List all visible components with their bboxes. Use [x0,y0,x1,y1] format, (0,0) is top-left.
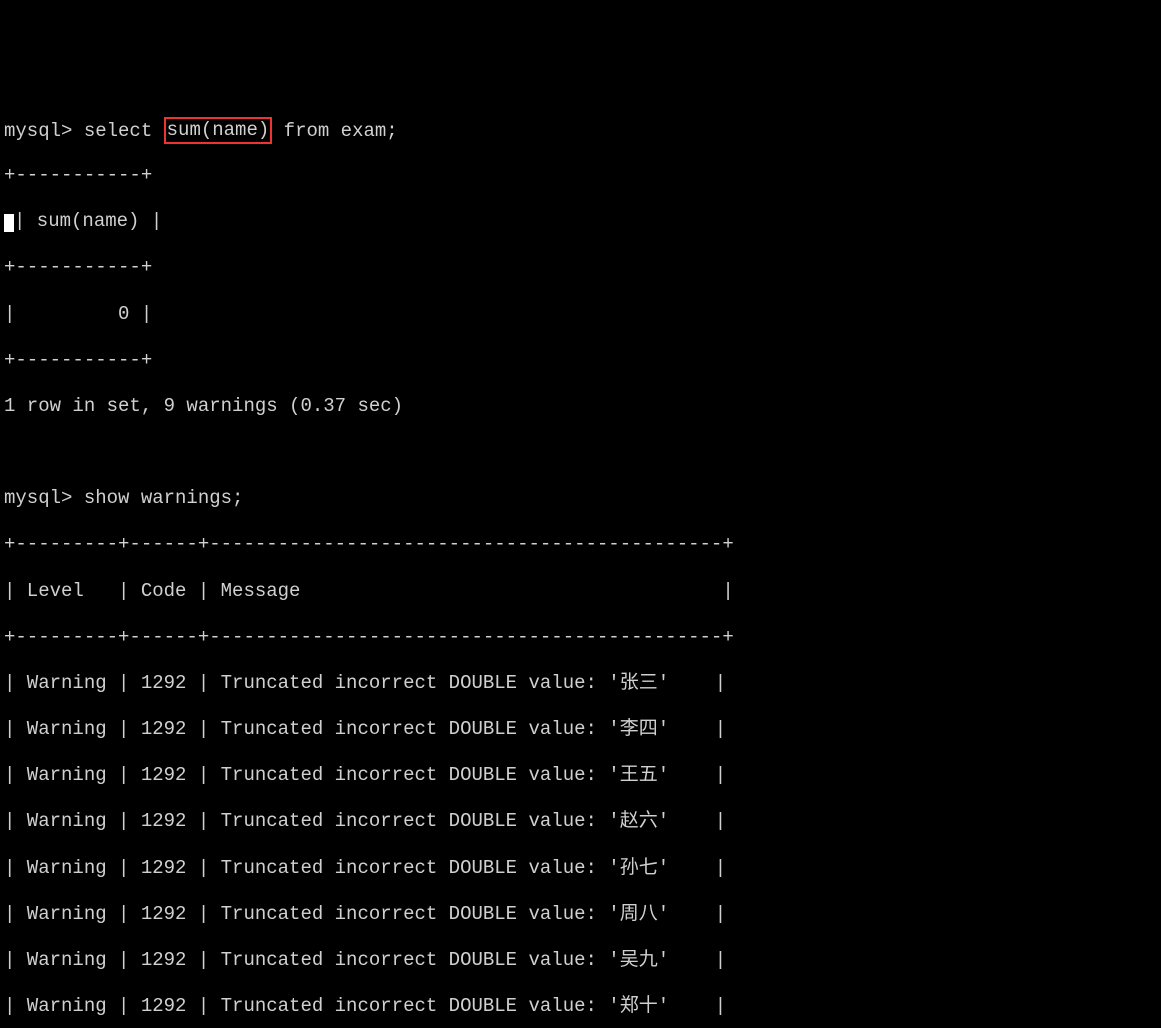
warnings-header: | Level | Code | Message | [4,580,734,602]
table-border: +-----------+ [4,164,152,186]
highlighted-sql-fragment: sum(name) [164,117,273,144]
table-border: +-----------+ [4,349,152,371]
table-border: +-----------+ [4,256,152,278]
result-header: | sum(name) | [14,210,162,232]
cursor-block [4,214,14,232]
warning-row: | Warning | 1292 | Truncated incorrect D… [4,810,726,832]
terminal-output[interactable]: mysql> select sum(name) from exam; +----… [4,95,1157,1028]
warning-row: | Warning | 1292 | Truncated incorrect D… [4,949,726,971]
warning-row: | Warning | 1292 | Truncated incorrect D… [4,764,726,786]
result-row: | 0 | [4,303,152,325]
mysql-prompt: mysql> show warnings; [4,487,243,509]
table-border: +---------+------+----------------------… [4,533,734,555]
table-border: +---------+------+----------------------… [4,626,734,648]
rowset-summary: 1 row in set, 9 warnings (0.37 sec) [4,395,403,417]
warning-row: | Warning | 1292 | Truncated incorrect D… [4,718,726,740]
warning-row: | Warning | 1292 | Truncated incorrect D… [4,995,726,1017]
warning-row: | Warning | 1292 | Truncated incorrect D… [4,857,726,879]
warning-row: | Warning | 1292 | Truncated incorrect D… [4,672,726,694]
sql-remainder: from exam; [272,120,397,142]
warning-row: | Warning | 1292 | Truncated incorrect D… [4,903,726,925]
mysql-prompt: mysql> select [4,120,164,142]
